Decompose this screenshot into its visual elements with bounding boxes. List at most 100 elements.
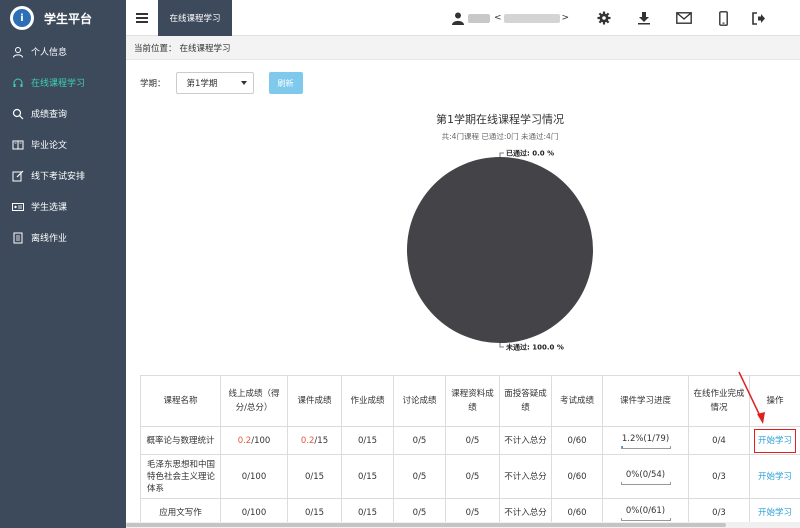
user-id-redacted <box>468 13 490 23</box>
courseware-score: 0.2/15 <box>287 426 342 455</box>
discussion-score: 0/5 <box>393 454 446 499</box>
faceqa-score: 不计入总分 <box>499 454 552 499</box>
pie-label-connector <box>499 343 504 348</box>
sidebar-item-label: 成绩查询 <box>31 110 68 120</box>
horizontal-scrollbar[interactable] <box>126 522 800 528</box>
breadcrumb-current: 在线课程学习 <box>179 43 231 54</box>
sidebar-item-label: 离线作业 <box>31 234 68 244</box>
header-discussion-score: 讨论成绩 <box>393 375 446 427</box>
pie-label-connector <box>499 152 504 157</box>
faceqa-score: 不计入总分 <box>499 426 552 455</box>
brand: i 学生平台 <box>0 0 126 36</box>
brand-title: 学生平台 <box>44 11 93 26</box>
header-courseware-progress: 课件学习进度 <box>602 375 689 427</box>
pie-slice-label: 已通过: 0.0 % <box>506 149 554 158</box>
online-score-total: /100 <box>247 507 267 518</box>
materials-score: 0/5 <box>445 454 500 499</box>
table-row: 概率论与数理统计 0.2/100 0.2/15 0/15 0/5 0/5 不计入… <box>140 426 800 455</box>
sidebar-item-label: 线下考试安排 <box>31 172 86 182</box>
courseware-progress: 0%(0/54) <box>602 454 689 499</box>
exam-score: 0/60 <box>551 454 603 499</box>
caret-down-icon <box>240 81 247 85</box>
courseware-score-total: /15 <box>314 435 329 446</box>
materials-score: 0/5 <box>445 426 500 455</box>
sidebar-nav: 个人信息 在线课程学习 成绩查询 毕业论文 线下考试安排 学生选课 离线作业 <box>0 36 126 253</box>
progress-bar <box>620 481 671 485</box>
online-homework: 0/3 <box>688 454 750 499</box>
hamburger-icon <box>136 13 148 23</box>
annotation-arrow-icon <box>738 371 765 424</box>
pie-slice[interactable] <box>407 157 593 343</box>
breadcrumb-prefix: 当前位置： <box>134 43 177 54</box>
menu-toggle-button[interactable] <box>126 0 158 36</box>
courseware-score: 0/15 <box>287 454 342 499</box>
sidebar-item-thesis[interactable]: 毕业论文 <box>0 129 126 160</box>
online-score: 0.2/100 <box>220 426 288 455</box>
sidebar-item-course-selection[interactable]: 学生选课 <box>0 191 126 222</box>
gear-icon[interactable] <box>596 10 612 26</box>
scrollbar-thumb[interactable] <box>126 523 726 527</box>
top-bar: 在线课程学习 < > <box>126 0 800 36</box>
online-score-total: /100 <box>251 435 271 446</box>
start-learning-link[interactable]: 开始学习 <box>758 472 792 482</box>
search-icon <box>12 108 24 120</box>
online-score-value: 0.2 <box>237 435 252 446</box>
start-learning-link[interactable]: 开始学习 <box>758 508 792 518</box>
sidebar-item-exam-schedule[interactable]: 线下考试安排 <box>0 160 126 191</box>
header-courseware-score: 课件成绩 <box>287 375 342 427</box>
course-table-container: 课程名称 线上成绩（得分/总分） 课件成绩 作业成绩 讨论成绩 课程资料成绩 面… <box>140 375 800 528</box>
homework-score: 0/15 <box>341 454 394 499</box>
course-table: 课程名称 线上成绩（得分/总分） 课件成绩 作业成绩 讨论成绩 课程资料成绩 面… <box>140 375 800 527</box>
sidebar-item-online-course[interactable]: 在线课程学习 <box>0 67 126 98</box>
user-name-redacted <box>503 13 560 23</box>
table-row: 毛泽东思想和中国特色社会主义理论体系 0/100 0/15 0/15 0/5 0… <box>140 454 800 499</box>
course-name: 概率论与数理统计 <box>140 426 221 455</box>
start-learning-link[interactable]: 开始学习 <box>753 428 797 453</box>
exam-score: 0/60 <box>551 426 603 455</box>
logout-icon[interactable] <box>751 10 767 26</box>
term-filter: 学期： 第1学期 刷新 <box>140 72 303 94</box>
online-homework: 0/4 <box>688 426 750 455</box>
progress-bar <box>620 517 671 521</box>
progress-indicator: 1.2%(1/79) <box>620 433 671 449</box>
online-score-total: /100 <box>247 471 267 482</box>
tab-online-course[interactable]: 在线课程学习 <box>158 0 232 36</box>
sidebar: i 学生平台 个人信息 在线课程学习 成绩查询 毕业论文 线下考试安排 学生选课… <box>0 0 126 528</box>
breadcrumb: 当前位置： 在线课程学习 <box>126 36 800 60</box>
sidebar-item-profile[interactable]: 个人信息 <box>0 36 126 67</box>
sidebar-item-label: 毕业论文 <box>31 141 68 151</box>
sidebar-item-label: 个人信息 <box>31 48 68 58</box>
courseware-score-value: 0.2 <box>300 435 315 446</box>
download-icon[interactable] <box>636 10 652 26</box>
header-exam-score: 考试成绩 <box>551 375 603 427</box>
user-menu[interactable]: < > <box>452 0 569 36</box>
header-homework-score: 作业成绩 <box>341 375 394 427</box>
discussion-score: 0/5 <box>393 426 446 455</box>
user-avatar-icon <box>452 12 464 25</box>
progress-text: 0%(0/54) <box>625 469 666 480</box>
progress-fill <box>621 445 623 448</box>
pie-slice-label: 未通过: 100.0 % <box>506 343 564 352</box>
header-course-name: 课程名称 <box>140 375 221 427</box>
header-online-score: 线上成绩（得分/总分） <box>220 375 288 427</box>
user-name-open: < <box>494 13 502 23</box>
homework-score: 0/15 <box>341 426 394 455</box>
progress-indicator: 0%(0/61) <box>620 505 671 521</box>
sidebar-item-grades[interactable]: 成绩查询 <box>0 98 126 129</box>
user-icon <box>12 46 24 58</box>
mobile-icon[interactable] <box>715 10 731 26</box>
term-select[interactable]: 第1学期 <box>175 72 254 94</box>
sidebar-item-offline-homework[interactable]: 离线作业 <box>0 222 126 253</box>
chart-title: 第1学期在线课程学习情况 <box>436 113 564 126</box>
progress-bar <box>620 445 671 449</box>
pie-chart: 已通过: 0.0 % 未通过: 100.0 % <box>407 149 593 352</box>
headset-icon <box>12 77 24 89</box>
header-faceqa-score: 面授答疑成绩 <box>499 375 552 427</box>
table-header-row: 课程名称 线上成绩（得分/总分） 课件成绩 作业成绩 讨论成绩 课程资料成绩 面… <box>140 375 800 427</box>
progress-indicator: 0%(0/54) <box>620 469 671 485</box>
mail-icon[interactable] <box>676 10 692 26</box>
term-label: 学期： <box>140 79 166 89</box>
refresh-button[interactable]: 刷新 <box>268 72 303 94</box>
user-name-close: > <box>561 13 570 23</box>
progress-text: 1.2%(1/79) <box>621 433 670 444</box>
